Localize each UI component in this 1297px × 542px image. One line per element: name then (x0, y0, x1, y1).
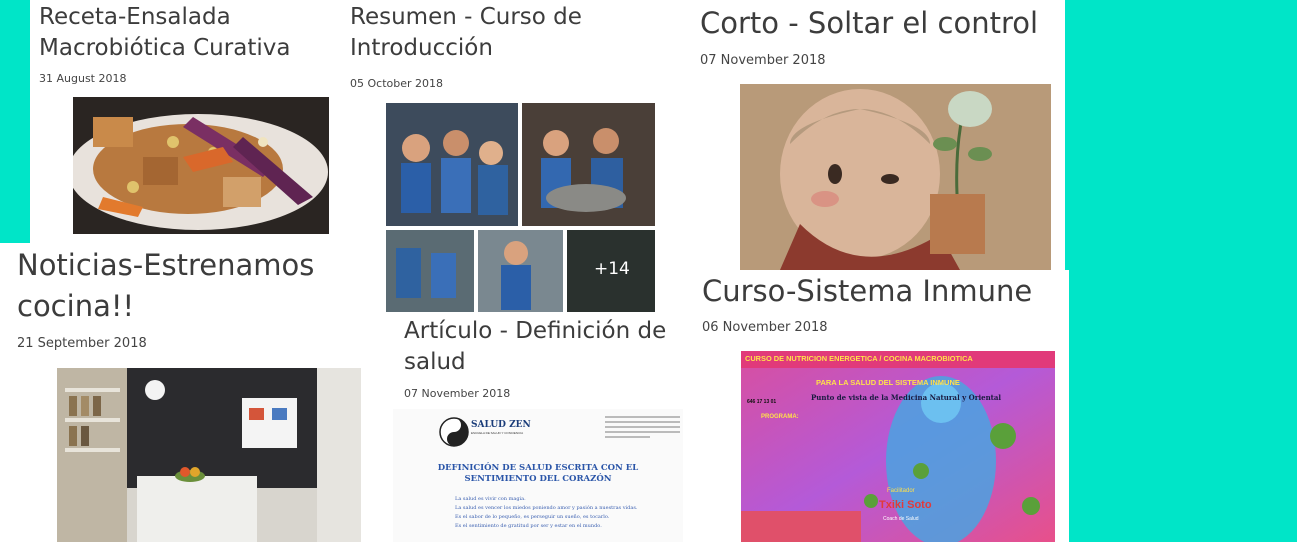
post-card-noticias[interactable]: Noticias-Estrenamos cocina!! 21 Septembe… (0, 243, 386, 542)
post-title[interactable]: Corto - Soltar el control (700, 4, 1060, 43)
doc-heading: DEFINICIÓN DE SALUD ESCRITA CON EL SENTI… (393, 463, 683, 486)
salad-photo (73, 97, 329, 234)
poster-name: Txiki Soto (879, 499, 932, 511)
monk-illustration (740, 84, 1051, 270)
post-title[interactable]: Noticias-Estrenamos cocina!! (17, 245, 337, 327)
post-date: 06 November 2018 (702, 320, 828, 335)
post-image[interactable]: +14 (386, 103, 655, 312)
post-image[interactable]: CURSO DE NUTRICION ENERGETICA / COCINA M… (741, 351, 1055, 542)
post-date: 07 November 2018 (404, 387, 511, 400)
post-title[interactable]: Receta-Ensalada Macrobiótica Curativa (39, 2, 329, 64)
kitchen-photo (57, 368, 361, 542)
post-date: 05 October 2018 (350, 77, 444, 90)
poster-phone: 646 17 13 01 (747, 399, 777, 405)
doc-heading-line-1: DEFINICIÓN DE SALUD ESCRITA CON EL (437, 463, 639, 473)
poster-line: Punto de vista de la Medicina Natural y … (811, 393, 1002, 402)
doc-line: La salud es vivir con magia. (455, 496, 526, 502)
poster-facilitator: Facilitador (887, 488, 915, 494)
doc-heading-line-2: SENTIMIENTO DEL CORAZÓN (464, 474, 612, 485)
post-title[interactable]: Artículo - Definición de salud (404, 316, 679, 378)
post-card-articulo[interactable]: Artículo - Definición de salud 07 Novemb… (386, 316, 683, 542)
post-card-sistema-inmune[interactable]: Curso-Sistema Inmune 06 November 2018 CU… (683, 270, 1069, 542)
post-title[interactable]: Curso-Sistema Inmune (702, 272, 1062, 311)
doc-text-block (605, 413, 680, 441)
poster-program: PROGRAMA: (761, 414, 799, 420)
poster-top-title: CURSO DE NUTRICION ENERGETICA / COCINA M… (745, 354, 973, 363)
post-title[interactable]: Resumen - Curso de Introducción (350, 2, 650, 64)
doc-line: Es el sentimiento de gratitud por ser y … (455, 523, 602, 529)
post-date: 07 November 2018 (700, 53, 826, 68)
doc-body: La salud es vivir con magia. La salud es… (455, 495, 680, 531)
post-image[interactable]: SALUD ZEN ESCUELA DE SALUD Y CONCIENCIA … (393, 409, 683, 542)
salud-zen-logo-text: SALUD ZEN (471, 420, 531, 430)
salud-zen-logo-sub: ESCUELA DE SALUD Y CONCIENCIA (471, 431, 524, 435)
teal-background-right-lower (1069, 270, 1297, 542)
post-image[interactable] (57, 368, 361, 542)
post-date: 31 August 2018 (39, 72, 127, 85)
post-card-resumen[interactable]: Resumen - Curso de Introducción 05 Octob… (336, 0, 672, 316)
poster-subtitle: PARA LA SALUD DEL SISTEMA INMUNE (816, 378, 960, 387)
post-image[interactable] (740, 84, 1051, 270)
doc-line: Es el sabor de lo pequeño, es perseguir … (455, 514, 610, 520)
yin-yang-icon (439, 417, 469, 447)
poster-role: Coach de Salud (883, 516, 919, 522)
post-date: 21 September 2018 (17, 336, 147, 351)
teal-background-right (1065, 0, 1297, 270)
post-card-corto[interactable]: Corto - Soltar el control 07 November 20… (672, 0, 1065, 270)
post-card-receta[interactable]: Receta-Ensalada Macrobiótica Curativa 31… (30, 0, 336, 242)
doc-line: La salud es vencer los miedos poniendo a… (455, 505, 638, 511)
more-photos-badge[interactable]: +14 (594, 259, 630, 279)
course-collage (386, 103, 655, 312)
post-image[interactable] (73, 97, 329, 234)
teal-background-left (0, 0, 30, 243)
